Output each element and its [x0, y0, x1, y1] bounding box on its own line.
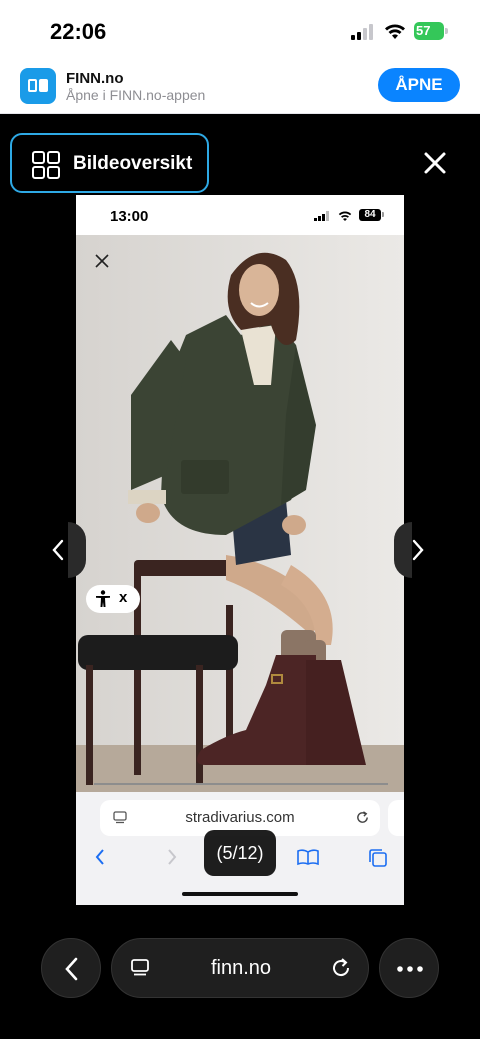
screen: 22:06 57 FINN.no Åpne i FINN.no-appen ÅP… [0, 0, 480, 1039]
app-banner: FINN.no Åpne i FINN.no-appen ÅPNE [0, 60, 480, 114]
image-status-bar: 13:00 84 [76, 195, 404, 235]
product-photo [76, 235, 404, 795]
image-wifi-icon [338, 211, 352, 221]
image-overview-button[interactable]: Bildeoversikt [10, 133, 209, 193]
image-reload-icon [357, 811, 368, 823]
address-bar[interactable]: finn.no [111, 938, 369, 998]
image-status-time: 13:00 [110, 208, 149, 225]
accessibility-close: x [119, 589, 128, 606]
finn-app-icon [20, 68, 56, 104]
image-back-icon [95, 849, 104, 865]
gallery-image[interactable]: 13:00 84 x stradivarius.com [76, 195, 404, 905]
image-tabs-icon [369, 849, 387, 867]
app-banner-title: FINN.no [66, 70, 124, 87]
grid-icon [32, 151, 60, 179]
ellipsis-icon [397, 966, 423, 972]
image-signal-icon [314, 211, 329, 221]
image-overview-label: Bildeoversikt [73, 153, 193, 174]
image-scroll-indicator [94, 783, 388, 785]
battery-icon: 57 [414, 22, 448, 40]
battery-level: 57 [416, 23, 431, 38]
open-app-button[interactable]: ÅPNE [378, 68, 460, 102]
image-url-text: stradivarius.com [185, 809, 295, 826]
close-icon[interactable] [420, 148, 450, 178]
chevron-left-icon [52, 539, 64, 561]
status-time: 22:06 [50, 19, 107, 44]
previous-image-button[interactable] [40, 522, 86, 578]
wifi-icon [385, 24, 405, 39]
image-counter: (5/12) [204, 830, 276, 876]
status-bar: 22:06 57 [0, 0, 480, 60]
image-close-icon [95, 254, 109, 268]
next-image-button[interactable] [394, 522, 440, 578]
browser-back-button[interactable] [41, 938, 101, 998]
cellular-signal-icon [351, 24, 373, 40]
image-bookmarks-icon [297, 849, 319, 866]
image-next-tab [388, 800, 404, 836]
reload-icon[interactable] [330, 957, 352, 979]
accessibility-icon [96, 590, 110, 607]
app-banner-subtitle: Åpne i FINN.no-appen [66, 87, 206, 103]
accessibility-widget: x [86, 585, 140, 613]
more-options-button[interactable] [379, 938, 439, 998]
image-home-indicator [182, 892, 298, 896]
back-chevron-icon [65, 957, 78, 981]
image-forward-icon [168, 849, 177, 865]
image-battery-icon: 84 [359, 209, 381, 221]
chevron-right-icon [412, 539, 424, 561]
